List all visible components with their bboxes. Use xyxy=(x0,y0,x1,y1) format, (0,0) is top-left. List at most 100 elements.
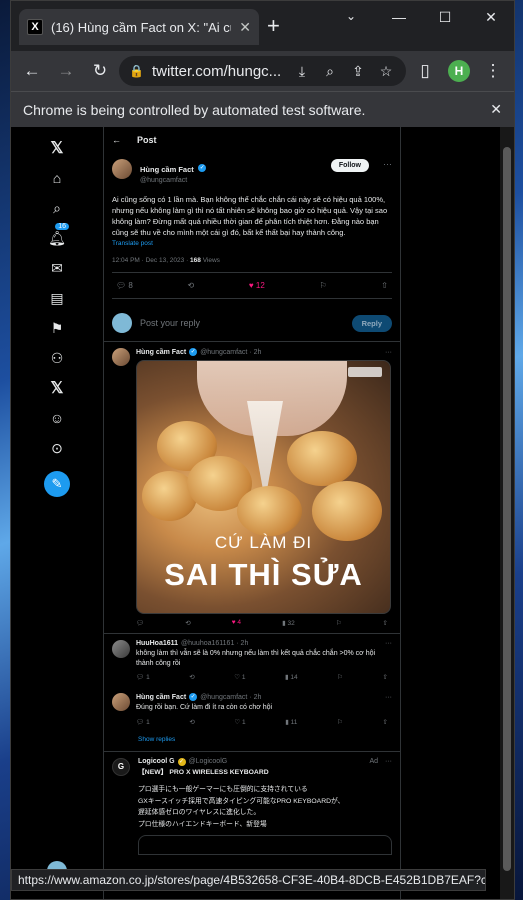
communities-icon[interactable]: ⚇ xyxy=(43,347,71,369)
more-icon[interactable]: ⊙ xyxy=(43,437,71,459)
x-logo-icon[interactable]: 𝕏 xyxy=(43,137,71,159)
messages-icon[interactable]: ✉ xyxy=(43,257,71,279)
reply-image[interactable]: CỨ LÀM ĐI SAI THÌ SỬA xyxy=(136,360,391,614)
views-action[interactable]: ▮ 11 xyxy=(285,718,297,726)
reply-item[interactable]: HuuHoa1611 @huuhoa161161 · 2h ··· không là… xyxy=(104,634,400,687)
verified-gold-icon: ✓ xyxy=(177,757,186,766)
share-icon[interactable]: ⇪ xyxy=(348,63,368,80)
close-tab-icon[interactable]: ✕ xyxy=(239,19,251,36)
views-action[interactable]: ▮ 32 xyxy=(282,619,295,627)
reply-handle[interactable]: @hungcamfact · 2h xyxy=(200,349,261,356)
new-tab-icon[interactable]: + xyxy=(267,15,280,37)
bookmark-icon[interactable]: ⚐ xyxy=(337,718,343,726)
retweet-icon[interactable]: ⟲ xyxy=(189,718,194,726)
reply-handle[interactable]: @hungcamfact · 2h xyxy=(200,694,261,701)
lists-icon[interactable]: ▤ xyxy=(43,287,71,309)
zoom-icon[interactable]: ⌕ xyxy=(320,63,340,80)
scrollbar-thumb[interactable] xyxy=(503,147,511,871)
logicool-logo-icon[interactable]: G xyxy=(112,757,130,776)
address-bar[interactable]: 🔒 twitter.com/hungc... ⤓ ⌕ ⇪ ☆ xyxy=(119,56,406,86)
install-icon[interactable]: ⤓ xyxy=(292,63,312,80)
reload-icon[interactable]: ↻ xyxy=(85,56,115,86)
more-options-icon[interactable]: ··· xyxy=(385,640,392,647)
tweet-meta: 12:04 PM · Dec 13, 2023 · 168 Views xyxy=(112,257,392,273)
chevron-down-icon[interactable]: ⌄ xyxy=(346,9,356,23)
share-icon[interactable]: ⇧ xyxy=(383,673,388,681)
compose-post-icon[interactable]: ✎ xyxy=(44,471,70,497)
reply-author[interactable]: Hùng cầm Fact xyxy=(136,349,186,356)
browser-window: X (16) Hùng cầm Fact on X: "Ai cũ ✕ + ⌄ … xyxy=(10,0,515,900)
reply-handle[interactable]: @huuhoa161161 · 2h xyxy=(181,640,248,647)
reply-item[interactable]: Hùng cầm Fact ✓ @hungcamfact · 2h ··· Đúng … xyxy=(104,687,400,732)
share-icon[interactable]: ⇧ xyxy=(383,718,388,726)
maximize-icon[interactable]: ☐ xyxy=(422,1,468,33)
home-icon[interactable]: ⌂ xyxy=(43,167,71,189)
reply-icon[interactable]: 💬︎ xyxy=(136,619,144,627)
author-name[interactable]: Hùng cầm Fact xyxy=(140,165,194,174)
reply-author[interactable]: Hùng cầm Fact xyxy=(136,694,186,701)
bookmarks-icon[interactable]: ⚑ xyxy=(43,317,71,339)
more-options-icon[interactable]: ··· xyxy=(383,159,392,169)
search-icon[interactable]: ⌕ xyxy=(43,197,71,219)
sidepanel-icon[interactable]: ▯ xyxy=(410,56,440,86)
verified-icon: ✓ xyxy=(189,693,198,701)
like-action[interactable]: ♥ 4 xyxy=(232,619,241,627)
reply-action[interactable]: 💬︎ 1 xyxy=(136,673,150,681)
follow-button[interactable]: Follow xyxy=(330,159,369,172)
more-options-icon[interactable]: ··· xyxy=(385,758,392,765)
notifications-icon[interactable]: 🔔︎ 16 xyxy=(43,223,71,249)
translate-link[interactable]: Translate post xyxy=(112,240,392,247)
reply-input[interactable]: Post your reply xyxy=(140,318,344,328)
reply-action[interactable]: 💬︎ 1 xyxy=(136,718,150,726)
like-action[interactable]: ♡ 1 xyxy=(234,673,245,681)
forward-icon[interactable]: → xyxy=(51,56,81,86)
reply-avatar[interactable] xyxy=(112,640,130,658)
menu-kebab-icon[interactable]: ⋮ xyxy=(478,56,508,86)
like-action[interactable]: ♥ 12 xyxy=(249,281,265,290)
reply-author[interactable]: HuuHoa1611 xyxy=(136,640,178,647)
url-text[interactable]: twitter.com/hungc... xyxy=(152,63,284,80)
back-icon[interactable]: ← xyxy=(17,56,47,86)
retweet-icon[interactable]: ⟲ xyxy=(188,281,195,290)
ad-handle[interactable]: @LogicoolG xyxy=(189,758,228,765)
browser-tab[interactable]: X (16) Hùng cầm Fact on X: "Ai cũ ✕ xyxy=(19,9,259,45)
share-tweet-icon[interactable]: ⇧ xyxy=(381,281,388,290)
puff-shape xyxy=(287,431,357,486)
reply-actions: 💬︎ 1 ⟲ ♡ 1 ▮ 14 ⚐ ⇧ xyxy=(136,673,392,681)
tweet-time[interactable]: 12:04 PM · Dec 13, 2023 · xyxy=(112,257,190,264)
infobar-close-icon[interactable]: ✕ xyxy=(490,101,502,118)
bookmark-icon[interactable]: ⚐ xyxy=(319,281,326,290)
retweet-icon[interactable]: ⟲ xyxy=(185,619,190,627)
page-scrollbar[interactable] xyxy=(500,127,514,899)
lock-icon[interactable]: 🔒 xyxy=(129,64,144,78)
close-window-icon[interactable]: ✕ xyxy=(468,1,514,33)
minimize-icon[interactable]: — xyxy=(376,1,422,33)
reply-avatar[interactable] xyxy=(112,348,130,366)
back-arrow-icon[interactable]: ← xyxy=(112,135,121,145)
promoted-tweet[interactable]: G Logicool G ✓ @LogicoolG Ad ··· 【NEW】 PRO X… xyxy=(104,752,400,862)
author-avatar[interactable] xyxy=(112,159,132,179)
views-action[interactable]: ▮ 14 xyxy=(285,673,298,681)
ad-card[interactable] xyxy=(138,835,392,855)
profile-button[interactable]: H xyxy=(444,56,474,86)
share-icon[interactable]: ⇧ xyxy=(383,619,388,627)
title-bar: X (16) Hùng cầm Fact on X: "Ai cũ ✕ + ⌄ … xyxy=(11,1,514,51)
like-count: 1 xyxy=(242,718,246,726)
show-replies-link[interactable]: Show replies xyxy=(104,732,400,752)
premium-x-icon[interactable]: 𝕏 xyxy=(43,377,71,399)
bookmark-star-icon[interactable]: ☆ xyxy=(376,63,396,80)
more-options-icon[interactable]: ··· xyxy=(385,349,392,356)
bookmark-icon[interactable]: ⚐ xyxy=(337,673,343,681)
ad-author[interactable]: Logicool G xyxy=(138,758,175,765)
reply-actions: 💬︎ 1 ⟲ ♡ 1 ▮ 11 ⚐ ⇧ xyxy=(136,718,392,726)
like-action[interactable]: ♡ 1 xyxy=(234,718,245,726)
author-handle[interactable]: @hungcamfact xyxy=(140,177,206,184)
reply-item[interactable]: Hùng cầm Fact ✓ @hungcamfact · 2h ··· CỨ LÀ… xyxy=(104,342,400,634)
more-options-icon[interactable]: ··· xyxy=(385,694,392,701)
reply-action[interactable]: 💬︎ 8 xyxy=(116,281,133,290)
profile-icon[interactable]: ☺ xyxy=(43,407,71,429)
retweet-icon[interactable]: ⟲ xyxy=(189,673,194,681)
reply-button[interactable]: Reply xyxy=(351,314,392,332)
bookmark-icon[interactable]: ⚐ xyxy=(336,619,342,627)
reply-avatar[interactable] xyxy=(112,693,130,711)
